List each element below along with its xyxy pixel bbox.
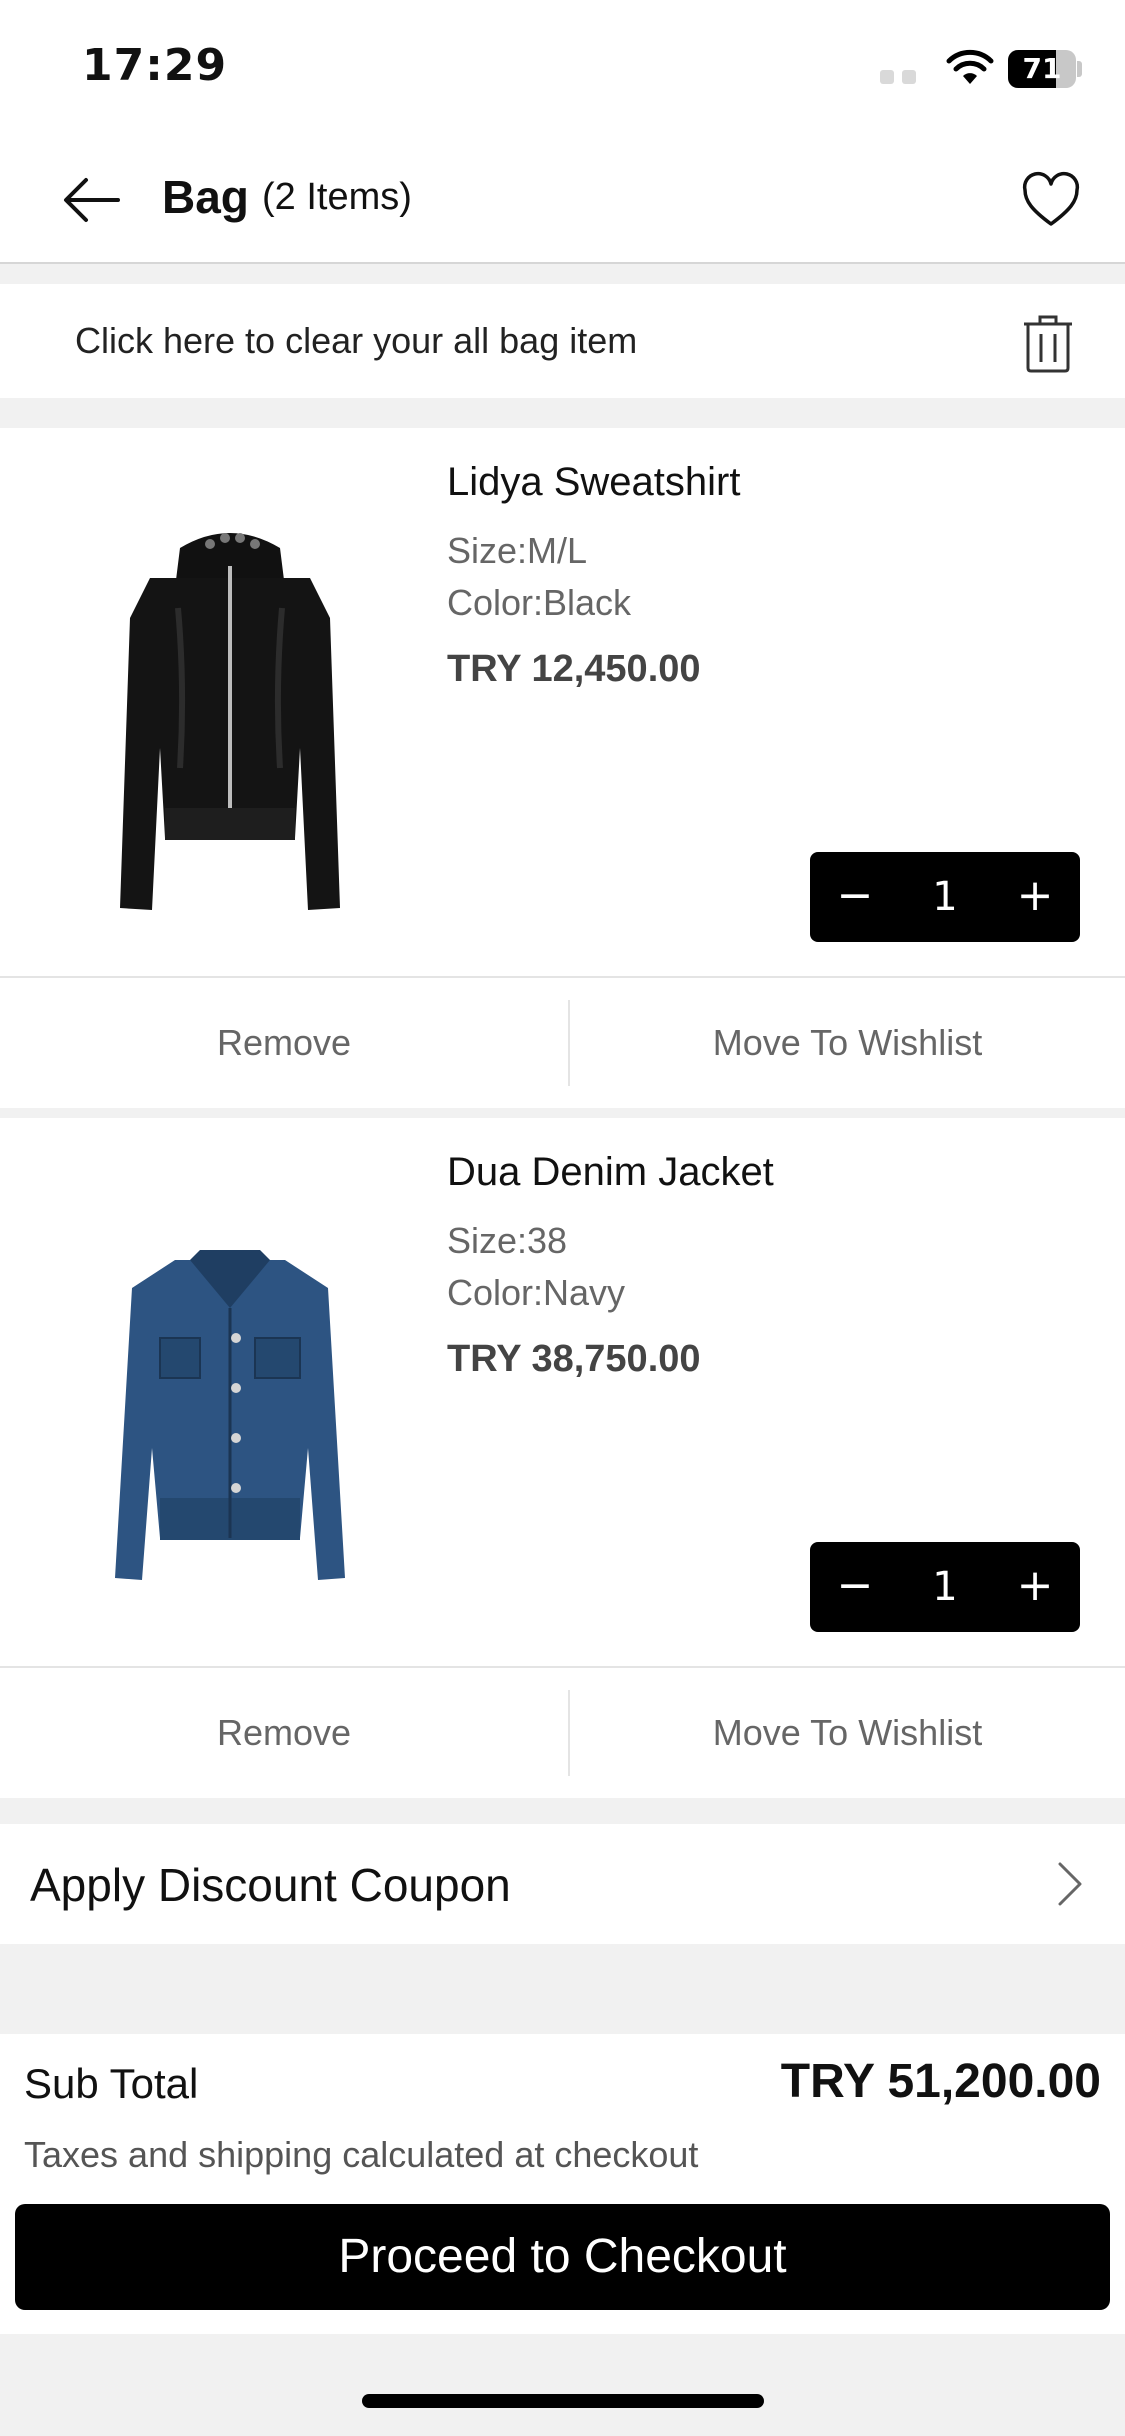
- apply-coupon-label: Apply Discount Coupon: [30, 1859, 511, 1911]
- increase-quantity-button[interactable]: +: [990, 1542, 1080, 1632]
- product-price: TRY 38,750.00: [447, 1338, 701, 1380]
- cart-item: Lidya Sweatshirt Size:M/L Color:Black TR…: [0, 428, 1125, 1108]
- quantity-stepper: − 1 +: [810, 852, 1080, 942]
- product-image-sweatshirt[interactable]: [60, 508, 400, 928]
- status-bar: 17:29 71: [0, 0, 1125, 140]
- clear-bag-text: Click here to clear your all bag item: [75, 320, 638, 361]
- subtotal-label: Sub Total: [24, 2060, 199, 2107]
- product-size: Size:38: [447, 1220, 568, 1261]
- decrease-quantity-button[interactable]: −: [810, 1542, 900, 1632]
- clear-bag-bar[interactable]: Click here to clear your all bag item: [0, 284, 1125, 398]
- quantity-stepper: − 1 +: [810, 1542, 1080, 1632]
- battery-icon: 71: [1008, 50, 1076, 88]
- apply-coupon-row[interactable]: Apply Discount Coupon: [0, 1824, 1125, 1944]
- back-arrow-icon[interactable]: [60, 168, 124, 232]
- quantity-value: 1: [932, 874, 958, 920]
- product-size: Size:M/L: [447, 530, 588, 571]
- move-to-wishlist-button[interactable]: Move To Wishlist: [570, 1668, 1125, 1798]
- proceed-to-checkout-button[interactable]: Proceed to Checkout: [15, 2204, 1110, 2310]
- home-indicator[interactable]: [362, 2394, 764, 2408]
- increase-quantity-button[interactable]: +: [990, 852, 1080, 942]
- decrease-quantity-button[interactable]: −: [810, 852, 900, 942]
- wifi-icon: [946, 49, 994, 84]
- subtotal-value: TRY 51,200.00: [780, 2055, 1101, 2108]
- wishlist-heart-icon[interactable]: [1020, 170, 1082, 232]
- product-color: Color:Navy: [447, 1272, 626, 1313]
- product-name[interactable]: Lidya Sweatshirt: [447, 460, 740, 505]
- item-count: (2 Items): [262, 176, 412, 218]
- header-bar: Bag (2 Items): [0, 140, 1125, 264]
- cart-item: Dua Denim Jacket Size:38 Color:Navy TRY …: [0, 1118, 1125, 1798]
- quantity-value: 1: [932, 1564, 958, 1610]
- battery-level: 71: [1022, 52, 1062, 85]
- product-image-denim-jacket[interactable]: [60, 1198, 400, 1618]
- chevron-right-icon: [1058, 1862, 1082, 1906]
- remove-button[interactable]: Remove: [0, 978, 568, 1108]
- product-color: Color:Black: [447, 582, 632, 623]
- remove-button[interactable]: Remove: [0, 1668, 568, 1798]
- page-title: Bag: [162, 171, 249, 223]
- product-price: TRY 12,450.00: [447, 648, 701, 690]
- order-summary: Sub Total TRY 51,200.00 Taxes and shippi…: [0, 2034, 1125, 2334]
- move-to-wishlist-button[interactable]: Move To Wishlist: [570, 978, 1125, 1108]
- status-time: 17:29: [82, 40, 228, 91]
- product-name[interactable]: Dua Denim Jacket: [447, 1150, 774, 1195]
- trash-icon[interactable]: [1018, 312, 1078, 374]
- cellular-signal-icon: [880, 70, 918, 84]
- tax-note: Taxes and shipping calculated at checkou…: [24, 2134, 699, 2175]
- battery-tip: [1077, 61, 1082, 77]
